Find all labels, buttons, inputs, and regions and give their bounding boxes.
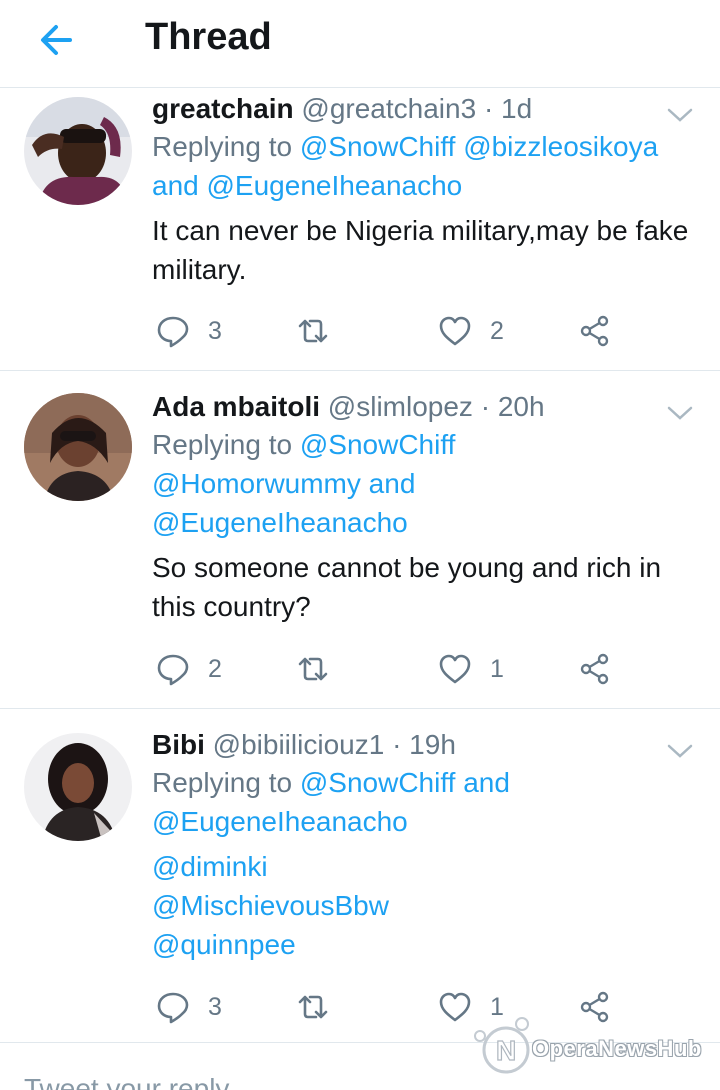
like-count: 2 xyxy=(490,316,504,345)
like-count: 1 xyxy=(490,654,504,683)
chevron-down-icon[interactable] xyxy=(666,105,694,125)
replying-to: Replying to @SnowChiff and @EugeneIheana… xyxy=(152,763,700,841)
mention-link[interactable]: @bizzleosikoya xyxy=(463,131,658,162)
reply-icon xyxy=(157,316,189,348)
separator: · xyxy=(480,391,498,422)
reply-placeholder[interactable]: Tweet your reply xyxy=(24,1073,229,1090)
reply-button[interactable]: 3 xyxy=(156,311,222,351)
reply-count: 3 xyxy=(208,316,222,345)
author-name[interactable]: Bibi xyxy=(152,729,205,760)
reply-icon xyxy=(157,654,189,686)
replying-prefix: Replying to xyxy=(152,767,300,798)
avatar[interactable] xyxy=(24,393,132,501)
retweet-button[interactable] xyxy=(296,649,330,689)
tweet-actions: 3 2 xyxy=(152,311,622,351)
avatar[interactable] xyxy=(24,733,132,841)
tweet-header: Bibi @bibiiliciouz1 · 19h xyxy=(152,727,700,763)
chevron-down-icon[interactable] xyxy=(666,741,694,761)
mention-link[interactable]: @SnowChiff xyxy=(300,429,456,460)
share-icon xyxy=(580,315,609,347)
mention-link[interactable]: @diminki xyxy=(152,847,700,886)
tweet-time: 1d xyxy=(501,93,533,124)
chevron-down-icon[interactable] xyxy=(666,403,694,423)
watermark-logo-icon: N xyxy=(474,1017,530,1074)
tweet-text: It can never be Nigeria military,may be … xyxy=(152,215,689,285)
replying-to: Replying to @SnowChiff @bizzleosikoya an… xyxy=(152,127,700,205)
and-text: and xyxy=(152,170,199,201)
tweet-header: Ada mbaitoli @slimlopez · 20h xyxy=(152,389,700,425)
mention-link[interactable]: @EugeneIheanacho xyxy=(152,507,408,538)
mention-link[interactable]: @quinnpee xyxy=(152,925,700,964)
mention-link[interactable]: @EugeneIheanacho xyxy=(207,170,463,201)
watermark: N OperaNewsHub xyxy=(468,1010,718,1080)
share-button[interactable] xyxy=(578,311,612,351)
separator: · xyxy=(483,93,502,124)
tweet[interactable]: greatchain @greatchain3 · 1d Replying to… xyxy=(0,89,720,371)
retweet-icon xyxy=(298,657,328,681)
reply-button[interactable]: 2 xyxy=(156,649,222,689)
mention-link[interactable]: @MischievousBbw xyxy=(152,886,700,925)
tweet-time: 20h xyxy=(497,391,545,422)
and-text: and xyxy=(368,468,416,499)
separator: · xyxy=(392,729,410,760)
watermark-text: OperaNewsHub xyxy=(532,1036,702,1061)
tweet-text: So someone cannot be young and rich in t… xyxy=(152,552,662,622)
and-text: and xyxy=(463,767,510,798)
author-name[interactable]: Ada mbaitoli xyxy=(152,391,320,422)
retweet-button[interactable] xyxy=(296,311,330,351)
mention-link[interactable]: @EugeneIheanacho xyxy=(152,806,408,837)
replying-prefix: Replying to xyxy=(152,131,300,162)
tweet-header: greatchain @greatchain3 · 1d xyxy=(152,91,700,127)
like-icon xyxy=(439,992,471,1022)
retweet-button[interactable] xyxy=(296,987,330,1027)
like-button[interactable]: 2 xyxy=(438,311,504,351)
like-icon xyxy=(439,316,471,346)
replying-prefix: Replying to xyxy=(152,429,300,460)
retweet-icon xyxy=(298,319,328,343)
author-handle[interactable]: @bibiiliciouz1 xyxy=(213,729,385,760)
top-bar: Thread xyxy=(0,0,720,88)
back-arrow-icon[interactable] xyxy=(36,20,76,60)
like-button[interactable]: 1 xyxy=(438,649,504,689)
retweet-icon xyxy=(298,995,328,1019)
mention-link[interactable]: @SnowChiff xyxy=(300,131,456,162)
replying-to: Replying to @SnowChiff @Homorwummy and @… xyxy=(152,425,700,542)
reply-button[interactable]: 3 xyxy=(156,987,222,1027)
tweet-time: 19h xyxy=(409,729,456,760)
like-icon xyxy=(439,654,471,684)
reply-icon xyxy=(157,992,189,1024)
reply-count: 3 xyxy=(208,992,222,1021)
author-name[interactable]: greatchain xyxy=(152,93,294,124)
mention-link[interactable]: @SnowChiff xyxy=(300,767,456,798)
tweet[interactable]: Bibi @bibiiliciouz1 · 19h Replying to @S… xyxy=(0,709,720,1042)
author-handle[interactable]: @slimlopez xyxy=(328,391,473,422)
avatar[interactable] xyxy=(24,97,132,205)
share-button[interactable] xyxy=(578,649,612,689)
share-icon xyxy=(580,653,609,685)
tweet-actions: 2 1 xyxy=(152,649,622,689)
author-handle[interactable]: @greatchain3 xyxy=(301,93,476,124)
page-title: Thread xyxy=(145,16,272,58)
reply-count: 2 xyxy=(208,654,222,683)
tweet[interactable]: Ada mbaitoli @slimlopez · 20h Replying t… xyxy=(0,371,720,709)
svg-text:N: N xyxy=(496,1035,516,1066)
tweet-text: @diminki @MischievousBbw @quinnpee xyxy=(152,847,700,964)
mention-link[interactable]: @Homorwummy xyxy=(152,468,361,499)
